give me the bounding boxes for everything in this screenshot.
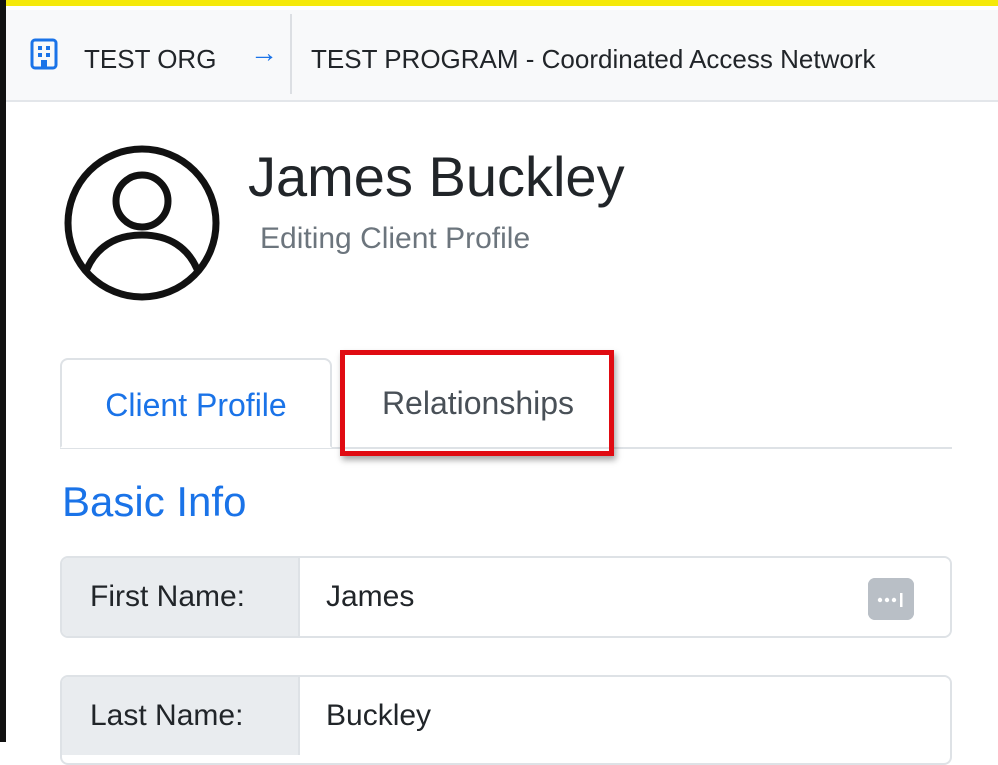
user-circle-icon — [64, 145, 220, 301]
last-name-field[interactable] — [300, 677, 950, 755]
first-name-label: First Name: — [62, 558, 300, 636]
building-icon — [30, 38, 58, 70]
breadcrumb-program-link[interactable]: TEST PROGRAM - Coordinated Access Networ… — [311, 44, 875, 75]
last-name-label: Last Name: — [62, 677, 300, 755]
password-manager-icon[interactable] — [868, 578, 914, 620]
tab-client-profile[interactable]: Client Profile — [60, 358, 332, 448]
page-subtitle: Editing Client Profile — [260, 222, 531, 255]
screenshot-top-border — [0, 0, 998, 6]
last-name-row: Last Name: — [60, 675, 952, 765]
breadcrumb-divider — [290, 14, 292, 94]
breadcrumb: TEST ORG → TEST PROGRAM - Coordinated Ac… — [6, 10, 998, 102]
first-name-row: First Name: — [60, 556, 952, 638]
section-title-basic-info: Basic Info — [62, 478, 247, 525]
first-name-field[interactable] — [300, 558, 950, 636]
client-name: James Buckley — [248, 145, 625, 208]
tab-relationships[interactable]: Relationships — [342, 358, 614, 448]
breadcrumb-org-link[interactable]: TEST ORG — [84, 44, 216, 75]
arrow-right-icon: → — [250, 37, 278, 68]
screenshot-left-border — [0, 0, 6, 742]
